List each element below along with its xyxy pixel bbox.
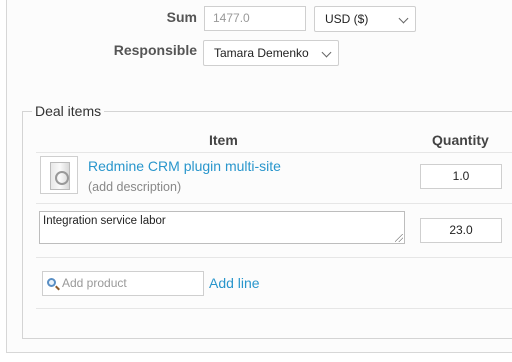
responsible-select[interactable]: Tamara Demenko [203,40,339,66]
add-description-link[interactable]: (add description) [88,180,181,194]
sum-label: Sum [166,9,197,25]
item-description-text: Integration service labor [43,215,166,227]
divider [36,308,512,309]
chevron-down-icon [398,13,409,24]
quantity-column-header: Quantity [432,132,489,148]
item-column-header: Item [209,132,238,148]
product-box-icon [50,162,70,190]
divider [36,257,512,258]
currency-value: USD ($) [325,12,369,26]
product-link[interactable]: Redmine CRM plugin multi-site [88,158,281,174]
add-line-link[interactable]: Add line [209,275,260,291]
sum-input[interactable]: 1477.0 [204,6,306,31]
product-thumbnail[interactable] [40,156,78,194]
quantity-input[interactable]: 1.0 [420,164,502,189]
responsible-label: Responsible [113,42,197,58]
add-product-placeholder: Add product [62,276,127,290]
item-description-textarea[interactable]: Integration service labor [39,211,405,244]
divider [36,152,512,153]
responsible-value: Tamara Demenko [214,46,309,60]
divider [36,203,512,204]
deal-items-legend: Deal items [32,103,105,119]
search-icon [47,278,56,287]
quantity-input[interactable]: 23.0 [420,218,502,243]
currency-select[interactable]: USD ($) [314,6,416,32]
resize-handle-icon[interactable] [395,234,403,242]
chevron-down-icon [321,47,332,58]
add-product-input[interactable]: Add product [42,271,204,296]
